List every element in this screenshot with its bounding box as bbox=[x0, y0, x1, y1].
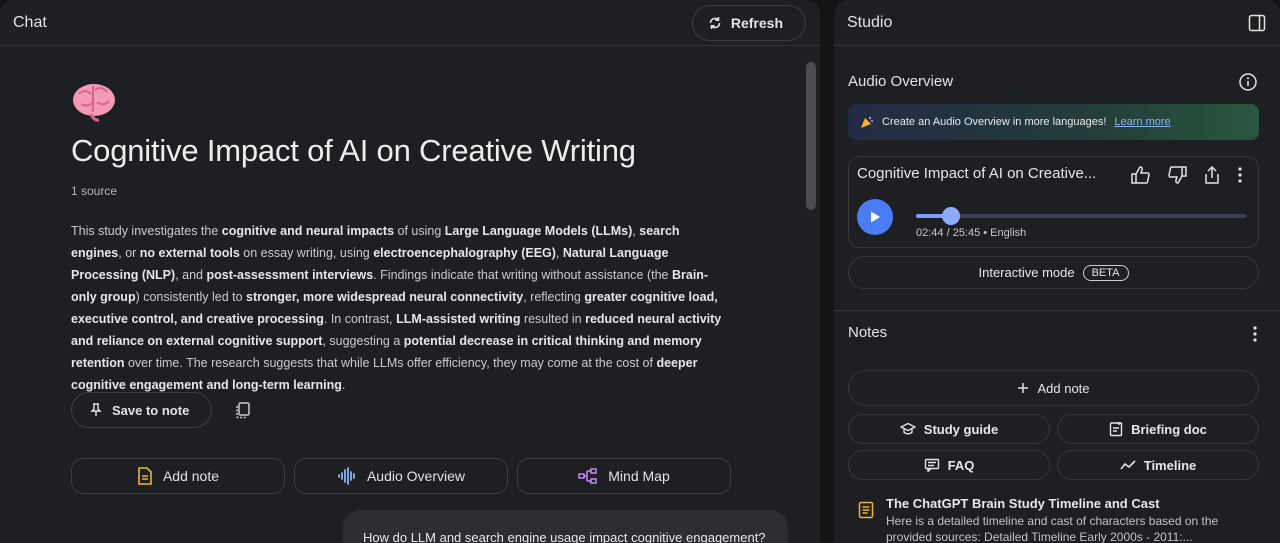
studio-title: Studio bbox=[847, 13, 893, 31]
summary-text: . Findings indicate that writing without… bbox=[373, 268, 672, 282]
timeline-icon bbox=[1120, 459, 1136, 471]
note-doc-icon bbox=[858, 501, 874, 519]
summary-bold-term: electroencephalography (EEG) bbox=[373, 246, 556, 260]
audio-wave-icon bbox=[337, 467, 357, 485]
learn-more-link[interactable]: Learn more bbox=[1114, 116, 1170, 128]
mind-map-chip[interactable]: Mind Map bbox=[517, 458, 731, 494]
add-note-chip-label: Add note bbox=[162, 468, 220, 484]
audio-progress-knob[interactable] bbox=[942, 207, 961, 225]
summary-text: , and bbox=[175, 268, 207, 282]
note-doc-icon bbox=[137, 467, 153, 485]
briefing-doc-label: Briefing doc bbox=[1131, 421, 1207, 437]
suggestion-chips: Add note Audio Overview Mind Map bbox=[71, 458, 731, 494]
briefing-doc-icon bbox=[1109, 421, 1123, 437]
mind-map-icon bbox=[578, 468, 598, 484]
study-guide-button[interactable]: Study guide bbox=[848, 414, 1050, 444]
play-button[interactable] bbox=[857, 199, 893, 235]
source-count[interactable]: 1 source bbox=[71, 184, 731, 198]
share-icon[interactable] bbox=[1202, 165, 1222, 185]
audio-player-card: Cognitive Impact of AI on Creative... 02… bbox=[848, 156, 1259, 248]
summary-text: , reflecting bbox=[523, 290, 585, 304]
beta-badge: BETA bbox=[1082, 264, 1129, 281]
summary-bold-term: post-assessment interviews bbox=[206, 268, 374, 282]
audio-time: 02:44 / 25:45 • English bbox=[916, 227, 1027, 239]
add-note-button[interactable]: Add note bbox=[848, 370, 1259, 406]
notebook-summary: This study investigates the cognitive an… bbox=[71, 220, 731, 396]
mind-map-chip-label: Mind Map bbox=[608, 468, 670, 484]
brain-emoji-icon bbox=[71, 80, 117, 122]
notebook-title: Cognitive Impact of AI on Creative Writi… bbox=[71, 133, 636, 168]
summary-bold-term: stronger, more widespread neural connect… bbox=[246, 290, 524, 304]
summary-text: This study investigates the bbox=[71, 224, 222, 238]
pin-icon bbox=[90, 403, 102, 417]
faq-label: FAQ bbox=[947, 457, 975, 473]
user-message-bubble: How do LLM and search engine usage impac… bbox=[343, 510, 788, 543]
studio-header: Studio bbox=[834, 0, 1280, 46]
summary-text: of using bbox=[394, 224, 445, 238]
audio-overview-heading: Audio Overview bbox=[848, 73, 954, 90]
studio-panel: Studio Audio Overview Create an Audio Ov… bbox=[834, 0, 1280, 543]
faq-icon bbox=[924, 458, 940, 472]
play-icon bbox=[868, 210, 882, 224]
notes-heading: Notes bbox=[848, 324, 888, 341]
chat-scrollbar[interactable] bbox=[806, 62, 816, 210]
chat-panel: Chat Refresh Cognitive Impact of AI on C… bbox=[0, 0, 820, 543]
plus-icon bbox=[1017, 382, 1029, 394]
briefing-doc-button[interactable]: Briefing doc bbox=[1057, 414, 1259, 444]
sidebar-toggle-icon[interactable] bbox=[1248, 14, 1266, 32]
summary-text: , or bbox=[118, 246, 140, 260]
audio-overview-chip-label: Audio Overview bbox=[366, 468, 466, 484]
refresh-icon bbox=[707, 15, 723, 31]
graduation-cap-icon bbox=[899, 422, 916, 436]
summary-text: . In contrast, bbox=[323, 312, 397, 326]
thumbs-up-icon[interactable] bbox=[1130, 165, 1152, 185]
summary-bold-term: cognitive and neural impacts bbox=[221, 224, 395, 238]
summary-bold-term: no external tools bbox=[139, 246, 240, 260]
summary-bold-term: LLM-assisted writing bbox=[396, 312, 521, 326]
notes-more-icon[interactable] bbox=[1251, 324, 1259, 344]
refresh-label: Refresh bbox=[730, 14, 783, 31]
party-popper-icon bbox=[860, 115, 874, 129]
summary-text: , bbox=[555, 246, 563, 260]
audio-overview-chip[interactable]: Audio Overview bbox=[294, 458, 508, 494]
audio-progress-bar[interactable] bbox=[916, 207, 1246, 225]
notebook-summary-area: Cognitive Impact of AI on Creative Writi… bbox=[71, 80, 731, 396]
summary-text: over time. The research suggests that wh… bbox=[124, 356, 657, 370]
timeline-button[interactable]: Timeline bbox=[1057, 450, 1259, 480]
interactive-mode-label: Interactive mode bbox=[978, 265, 1075, 280]
summary-text: ) consistently led to bbox=[135, 290, 247, 304]
note-preview: Here is a detailed timeline and cast of … bbox=[886, 514, 1219, 543]
add-note-label: Add note bbox=[1037, 380, 1090, 396]
refresh-button[interactable]: Refresh bbox=[691, 4, 806, 41]
audio-actions bbox=[1130, 165, 1244, 185]
summary-actions: Save to note bbox=[71, 392, 252, 428]
interactive-mode-button[interactable]: Interactive mode BETA bbox=[848, 256, 1259, 289]
summary-text: , suggesting a bbox=[322, 334, 404, 348]
chat-title: Chat bbox=[13, 13, 47, 31]
copy-icon[interactable] bbox=[234, 401, 252, 419]
section-divider bbox=[834, 310, 1280, 311]
note-title: The ChatGPT Brain Study Timeline and Cas… bbox=[886, 496, 1160, 511]
thumbs-down-icon[interactable] bbox=[1166, 165, 1188, 185]
info-icon[interactable] bbox=[1238, 72, 1258, 92]
timeline-label: Timeline bbox=[1143, 457, 1197, 473]
faq-button[interactable]: FAQ bbox=[848, 450, 1050, 480]
study-guide-label: Study guide bbox=[923, 421, 999, 437]
summary-text: resulted in bbox=[520, 312, 586, 326]
banner-text: Create an Audio Overview in more languag… bbox=[882, 116, 1107, 128]
save-to-note-label: Save to note bbox=[112, 402, 190, 418]
save-to-note-button[interactable]: Save to note bbox=[71, 392, 213, 428]
audio-title: Cognitive Impact of AI on Creative... bbox=[857, 165, 1097, 182]
more-vert-icon[interactable] bbox=[1236, 165, 1244, 185]
summary-text: . bbox=[341, 378, 346, 392]
languages-banner: Create an Audio Overview in more languag… bbox=[848, 104, 1259, 140]
summary-bold-term: Large Language Models (LLMs) bbox=[444, 224, 633, 238]
add-note-chip[interactable]: Add note bbox=[71, 458, 285, 494]
summary-text: on essay writing, using bbox=[239, 246, 374, 260]
chat-header: Chat Refresh bbox=[0, 0, 820, 46]
